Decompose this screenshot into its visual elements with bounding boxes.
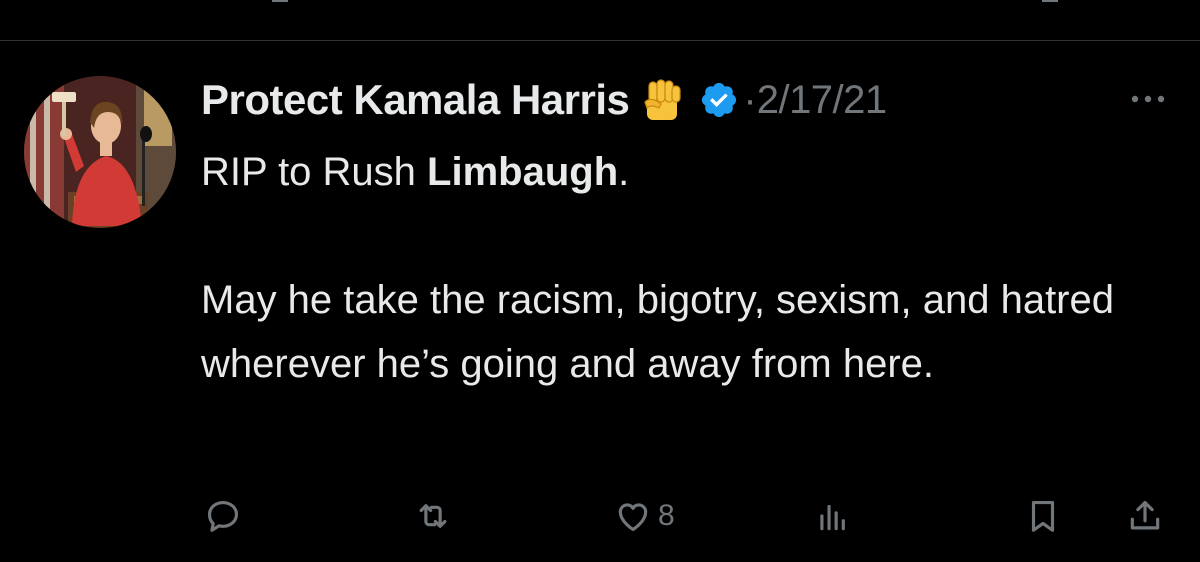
avatar-image (24, 76, 176, 228)
like-button[interactable]: 8 (614, 492, 675, 540)
raised-fist-icon (641, 78, 685, 122)
heart-icon (618, 503, 648, 532)
like-count: 8 (658, 499, 675, 532)
tweet-divider (0, 40, 1200, 41)
timestamp[interactable]: 2/17/21 (757, 78, 887, 123)
views-button[interactable] (814, 492, 852, 540)
share-icon (1130, 500, 1160, 530)
tweet-action-bar: 8 (0, 492, 1200, 540)
bookmark-icon (1031, 500, 1055, 532)
share-button[interactable] (1126, 492, 1164, 540)
retweet-icon (419, 504, 447, 528)
tweet-text-suffix: . (618, 150, 630, 194)
previous-tweet-action-fragment (272, 0, 288, 2)
verified-badge-icon[interactable] (699, 80, 739, 120)
tweet-text-line-1: RIP to Rush Limbaugh. (201, 140, 1181, 204)
tweet-text-bold-name: Limbaugh (427, 150, 619, 194)
reply-button[interactable] (204, 492, 242, 540)
tweet-header: Protect Kamala Harris · 2/17/21 (201, 72, 887, 128)
bookmark-button[interactable] (1024, 492, 1062, 540)
previous-tweet-action-fragment (1042, 0, 1058, 2)
avatar[interactable] (24, 76, 176, 228)
reply-icon (207, 500, 239, 532)
tweet-text: RIP to Rush Limbaugh. May he take the ra… (201, 140, 1181, 396)
more-options-icon[interactable] (1130, 92, 1166, 104)
retweet-button[interactable] (414, 492, 452, 540)
display-name[interactable]: Protect Kamala Harris (201, 76, 630, 124)
tweet-text-prefix: RIP to Rush (201, 150, 428, 194)
views-icon (820, 504, 845, 531)
tweet-text-paragraph-2: May he take the racism, bigotry, sexism,… (201, 278, 1114, 386)
header-separator: · (743, 77, 757, 122)
